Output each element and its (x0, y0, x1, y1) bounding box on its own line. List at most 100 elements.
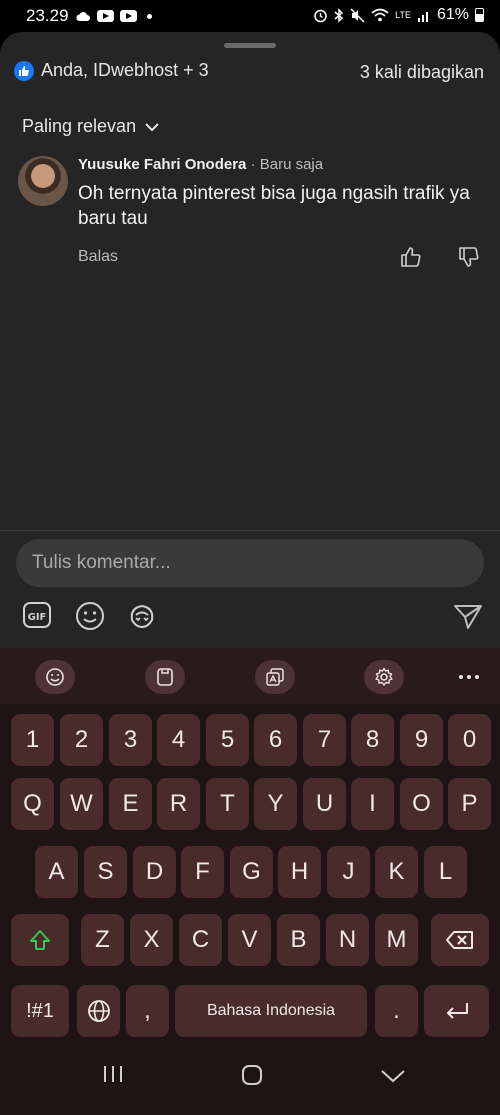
keyboard-text-extract-button[interactable] (255, 660, 295, 694)
keyboard: 1 2 3 4 5 6 7 8 9 0 Q W E R T Y U I O P … (0, 704, 500, 1044)
key-7[interactable]: 7 (303, 714, 346, 766)
key-j[interactable]: J (327, 846, 370, 898)
youtube-icon (96, 10, 114, 22)
key-u[interactable]: U (303, 778, 346, 830)
home-icon[interactable] (241, 1064, 263, 1086)
key-3[interactable]: 3 (109, 714, 152, 766)
symbols-key[interactable]: !#1 (11, 985, 69, 1037)
key-e[interactable]: E (109, 778, 152, 830)
cloud-icon (76, 11, 90, 21)
keyboard-toolbar (0, 648, 500, 704)
comment-author[interactable]: Yuusuke Fahri Onodera (78, 156, 246, 173)
key-z[interactable]: Z (81, 914, 124, 966)
key-l[interactable]: L (424, 846, 467, 898)
send-icon[interactable] (452, 600, 484, 632)
key-o[interactable]: O (400, 778, 443, 830)
language-key[interactable] (77, 985, 120, 1037)
key-q[interactable]: Q (11, 778, 54, 830)
key-d[interactable]: D (133, 846, 176, 898)
reactions-summary[interactable]: Anda, IDwebhost + 3 (14, 60, 209, 81)
key-8[interactable]: 8 (351, 714, 394, 766)
enter-arrow-icon (446, 1003, 468, 1019)
key-v[interactable]: V (228, 914, 271, 966)
status-bar: 23.29 LTE 61% (0, 0, 500, 32)
backspace-icon (446, 931, 473, 949)
sort-label: Paling relevan (22, 116, 137, 136)
signal-icon (417, 11, 428, 22)
emoji-icon (46, 668, 64, 686)
battery-percent: 61% (436, 6, 469, 23)
comma-key[interactable]: , (126, 985, 169, 1037)
back-chevron-icon[interactable] (380, 1068, 406, 1084)
youtube-icon-2 (119, 10, 137, 22)
emoji-icon[interactable] (74, 600, 106, 632)
backspace-key[interactable] (431, 914, 489, 966)
alarm-icon (314, 9, 327, 22)
comments-sheet: Anda, IDwebhost + 3 3 kali dibagikan Pal… (0, 32, 500, 648)
key-a[interactable]: A (35, 846, 78, 898)
key-t[interactable]: T (206, 778, 249, 830)
key-f[interactable]: F (181, 846, 224, 898)
shares-count[interactable]: 3 kali dibagikan (360, 62, 484, 83)
clock: 23.29 (26, 6, 69, 25)
network-label: LTE (395, 9, 411, 20)
thumbs-up-icon[interactable] (400, 246, 422, 268)
key-s[interactable]: S (84, 846, 127, 898)
comment-text: Oh ternyata pinterest bisa juga ngasih t… (78, 183, 470, 229)
globe-icon (87, 1000, 110, 1022)
composer-divider (0, 530, 500, 531)
space-key[interactable]: Bahasa Indonesia (175, 985, 367, 1037)
key-g[interactable]: G (230, 846, 273, 898)
key-4[interactable]: 4 (157, 714, 200, 766)
reply-button[interactable]: Balas (78, 248, 118, 266)
key-9[interactable]: 9 (400, 714, 443, 766)
period-key[interactable]: . (375, 985, 418, 1037)
sort-dropdown[interactable]: Paling relevan (22, 116, 160, 137)
shift-arrow-icon (30, 930, 50, 950)
key-1[interactable]: 1 (11, 714, 54, 766)
key-2[interactable]: 2 (60, 714, 103, 766)
keyboard-settings-button[interactable] (364, 660, 404, 694)
key-i[interactable]: I (351, 778, 394, 830)
gif-icon[interactable]: GIF (22, 600, 52, 630)
thumbs-down-icon[interactable] (458, 246, 480, 268)
key-6[interactable]: 6 (254, 714, 297, 766)
key-m[interactable]: M (375, 914, 418, 966)
key-x[interactable]: X (130, 914, 173, 966)
system-navigation-bar (0, 1044, 500, 1115)
battery-icon (475, 8, 484, 22)
comment-time: · Baru saja (250, 156, 324, 173)
key-5[interactable]: 5 (206, 714, 249, 766)
avatar[interactable] (18, 156, 68, 206)
text-extract-icon (266, 668, 284, 686)
key-0[interactable]: 0 (448, 714, 491, 766)
more-options-icon[interactable] (458, 674, 480, 680)
mute-icon (350, 7, 365, 23)
key-k[interactable]: K (375, 846, 418, 898)
key-y[interactable]: Y (254, 778, 297, 830)
comment-input[interactable]: Tulis komentar... (16, 539, 484, 587)
key-b[interactable]: B (277, 914, 320, 966)
key-c[interactable]: C (179, 914, 222, 966)
gear-icon (375, 667, 393, 686)
recent-apps-icon[interactable] (102, 1064, 124, 1084)
clipboard-icon (157, 668, 173, 686)
chevron-down-icon (145, 122, 159, 131)
key-w[interactable]: W (60, 778, 103, 830)
bluetooth-icon (334, 7, 344, 23)
shift-key[interactable] (11, 914, 69, 966)
avatar-sticker-icon[interactable] (126, 600, 158, 632)
key-n[interactable]: N (326, 914, 369, 966)
notification-dot (146, 13, 152, 19)
like-reaction-icon (14, 60, 34, 81)
svg-text:GIF: GIF (28, 612, 47, 623)
key-r[interactable]: R (157, 778, 200, 830)
keyboard-clipboard-button[interactable] (145, 660, 185, 694)
key-h[interactable]: H (278, 846, 321, 898)
comment-input-placeholder: Tulis komentar... (32, 552, 171, 573)
wifi-icon (371, 8, 389, 22)
drag-handle[interactable] (224, 43, 276, 48)
enter-key[interactable] (424, 985, 489, 1037)
key-p[interactable]: P (448, 778, 491, 830)
keyboard-emoji-button[interactable] (35, 660, 75, 694)
